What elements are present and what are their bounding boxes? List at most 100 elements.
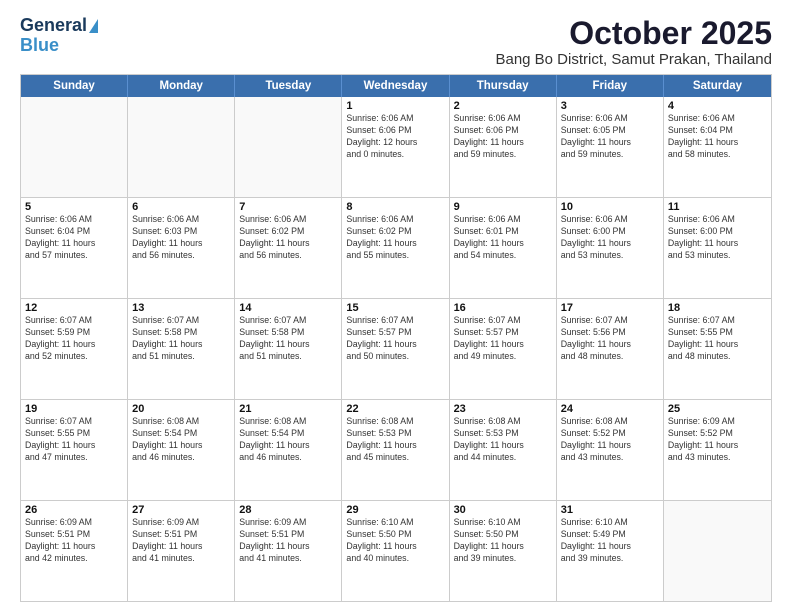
- day-number: 4: [668, 100, 767, 112]
- day-number: 23: [454, 403, 552, 415]
- calendar: SundayMondayTuesdayWednesdayThursdayFrid…: [20, 74, 772, 602]
- location-title: Bang Bo District, Samut Prakan, Thailand: [495, 51, 772, 68]
- calendar-cell: 19Sunrise: 6:07 AM Sunset: 5:55 PM Dayli…: [21, 400, 128, 500]
- day-info: Sunrise: 6:08 AM Sunset: 5:53 PM Dayligh…: [346, 416, 444, 464]
- calendar-cell: 21Sunrise: 6:08 AM Sunset: 5:54 PM Dayli…: [235, 400, 342, 500]
- day-info: Sunrise: 6:09 AM Sunset: 5:51 PM Dayligh…: [239, 517, 337, 565]
- weekday-header-thursday: Thursday: [450, 75, 557, 97]
- day-number: 30: [454, 504, 552, 516]
- day-info: Sunrise: 6:07 AM Sunset: 5:58 PM Dayligh…: [239, 315, 337, 363]
- day-number: 29: [346, 504, 444, 516]
- calendar-cell: [21, 97, 128, 197]
- logo: General Blue: [20, 16, 98, 56]
- day-number: 10: [561, 201, 659, 213]
- weekday-header-friday: Friday: [557, 75, 664, 97]
- day-info: Sunrise: 6:08 AM Sunset: 5:53 PM Dayligh…: [454, 416, 552, 464]
- calendar-cell: 23Sunrise: 6:08 AM Sunset: 5:53 PM Dayli…: [450, 400, 557, 500]
- day-number: 8: [346, 201, 444, 213]
- day-number: 11: [668, 201, 767, 213]
- calendar-cell: 4Sunrise: 6:06 AM Sunset: 6:04 PM Daylig…: [664, 97, 771, 197]
- day-number: 26: [25, 504, 123, 516]
- weekday-header-wednesday: Wednesday: [342, 75, 449, 97]
- day-info: Sunrise: 6:07 AM Sunset: 5:57 PM Dayligh…: [346, 315, 444, 363]
- day-info: Sunrise: 6:07 AM Sunset: 5:58 PM Dayligh…: [132, 315, 230, 363]
- calendar-cell: 29Sunrise: 6:10 AM Sunset: 5:50 PM Dayli…: [342, 501, 449, 601]
- day-info: Sunrise: 6:08 AM Sunset: 5:54 PM Dayligh…: [132, 416, 230, 464]
- calendar-cell: [128, 97, 235, 197]
- day-info: Sunrise: 6:06 AM Sunset: 6:02 PM Dayligh…: [239, 214, 337, 262]
- calendar-cell: [664, 501, 771, 601]
- day-number: 3: [561, 100, 659, 112]
- calendar-cell: 13Sunrise: 6:07 AM Sunset: 5:58 PM Dayli…: [128, 299, 235, 399]
- calendar-cell: 15Sunrise: 6:07 AM Sunset: 5:57 PM Dayli…: [342, 299, 449, 399]
- day-number: 16: [454, 302, 552, 314]
- month-title: October 2025: [495, 16, 772, 51]
- calendar-cell: 28Sunrise: 6:09 AM Sunset: 5:51 PM Dayli…: [235, 501, 342, 601]
- calendar-cell: 20Sunrise: 6:08 AM Sunset: 5:54 PM Dayli…: [128, 400, 235, 500]
- calendar-cell: 24Sunrise: 6:08 AM Sunset: 5:52 PM Dayli…: [557, 400, 664, 500]
- day-info: Sunrise: 6:06 AM Sunset: 6:03 PM Dayligh…: [132, 214, 230, 262]
- day-info: Sunrise: 6:07 AM Sunset: 5:55 PM Dayligh…: [668, 315, 767, 363]
- calendar-cell: 16Sunrise: 6:07 AM Sunset: 5:57 PM Dayli…: [450, 299, 557, 399]
- logo-triangle-icon: [89, 19, 98, 33]
- day-info: Sunrise: 6:07 AM Sunset: 5:56 PM Dayligh…: [561, 315, 659, 363]
- day-info: Sunrise: 6:06 AM Sunset: 6:04 PM Dayligh…: [25, 214, 123, 262]
- day-info: Sunrise: 6:08 AM Sunset: 5:52 PM Dayligh…: [561, 416, 659, 464]
- day-number: 15: [346, 302, 444, 314]
- calendar-row-2: 12Sunrise: 6:07 AM Sunset: 5:59 PM Dayli…: [21, 298, 771, 399]
- day-number: 5: [25, 201, 123, 213]
- calendar-cell: 27Sunrise: 6:09 AM Sunset: 5:51 PM Dayli…: [128, 501, 235, 601]
- day-info: Sunrise: 6:08 AM Sunset: 5:54 PM Dayligh…: [239, 416, 337, 464]
- day-info: Sunrise: 6:06 AM Sunset: 6:00 PM Dayligh…: [668, 214, 767, 262]
- calendar-header: SundayMondayTuesdayWednesdayThursdayFrid…: [21, 75, 771, 97]
- day-number: 2: [454, 100, 552, 112]
- day-number: 21: [239, 403, 337, 415]
- day-number: 27: [132, 504, 230, 516]
- calendar-cell: 26Sunrise: 6:09 AM Sunset: 5:51 PM Dayli…: [21, 501, 128, 601]
- day-info: Sunrise: 6:09 AM Sunset: 5:51 PM Dayligh…: [132, 517, 230, 565]
- weekday-header-tuesday: Tuesday: [235, 75, 342, 97]
- calendar-cell: 9Sunrise: 6:06 AM Sunset: 6:01 PM Daylig…: [450, 198, 557, 298]
- calendar-row-0: 1Sunrise: 6:06 AM Sunset: 6:06 PM Daylig…: [21, 97, 771, 197]
- day-number: 19: [25, 403, 123, 415]
- calendar-cell: 6Sunrise: 6:06 AM Sunset: 6:03 PM Daylig…: [128, 198, 235, 298]
- calendar-cell: 17Sunrise: 6:07 AM Sunset: 5:56 PM Dayli…: [557, 299, 664, 399]
- weekday-header-sunday: Sunday: [21, 75, 128, 97]
- day-number: 31: [561, 504, 659, 516]
- calendar-cell: 18Sunrise: 6:07 AM Sunset: 5:55 PM Dayli…: [664, 299, 771, 399]
- day-info: Sunrise: 6:10 AM Sunset: 5:49 PM Dayligh…: [561, 517, 659, 565]
- day-info: Sunrise: 6:06 AM Sunset: 6:05 PM Dayligh…: [561, 113, 659, 161]
- day-number: 12: [25, 302, 123, 314]
- day-info: Sunrise: 6:07 AM Sunset: 5:57 PM Dayligh…: [454, 315, 552, 363]
- logo-text-blue: Blue: [20, 36, 59, 56]
- day-number: 9: [454, 201, 552, 213]
- day-number: 28: [239, 504, 337, 516]
- day-number: 18: [668, 302, 767, 314]
- calendar-cell: 2Sunrise: 6:06 AM Sunset: 6:06 PM Daylig…: [450, 97, 557, 197]
- calendar-cell: 1Sunrise: 6:06 AM Sunset: 6:06 PM Daylig…: [342, 97, 449, 197]
- calendar-cell: 5Sunrise: 6:06 AM Sunset: 6:04 PM Daylig…: [21, 198, 128, 298]
- calendar-cell: 30Sunrise: 6:10 AM Sunset: 5:50 PM Dayli…: [450, 501, 557, 601]
- page: General Blue October 2025 Bang Bo Distri…: [0, 0, 792, 612]
- day-info: Sunrise: 6:06 AM Sunset: 6:00 PM Dayligh…: [561, 214, 659, 262]
- weekday-header-saturday: Saturday: [664, 75, 771, 97]
- calendar-cell: [235, 97, 342, 197]
- day-info: Sunrise: 6:07 AM Sunset: 5:55 PM Dayligh…: [25, 416, 123, 464]
- header: General Blue October 2025 Bang Bo Distri…: [20, 16, 772, 68]
- calendar-cell: 31Sunrise: 6:10 AM Sunset: 5:49 PM Dayli…: [557, 501, 664, 601]
- day-info: Sunrise: 6:07 AM Sunset: 5:59 PM Dayligh…: [25, 315, 123, 363]
- day-number: 1: [346, 100, 444, 112]
- day-info: Sunrise: 6:10 AM Sunset: 5:50 PM Dayligh…: [346, 517, 444, 565]
- day-number: 20: [132, 403, 230, 415]
- weekday-header-monday: Monday: [128, 75, 235, 97]
- calendar-row-3: 19Sunrise: 6:07 AM Sunset: 5:55 PM Dayli…: [21, 399, 771, 500]
- calendar-row-1: 5Sunrise: 6:06 AM Sunset: 6:04 PM Daylig…: [21, 197, 771, 298]
- day-number: 14: [239, 302, 337, 314]
- calendar-body: 1Sunrise: 6:06 AM Sunset: 6:06 PM Daylig…: [21, 97, 771, 601]
- day-number: 17: [561, 302, 659, 314]
- logo-text-general: General: [20, 16, 87, 36]
- calendar-cell: 3Sunrise: 6:06 AM Sunset: 6:05 PM Daylig…: [557, 97, 664, 197]
- day-info: Sunrise: 6:06 AM Sunset: 6:01 PM Dayligh…: [454, 214, 552, 262]
- calendar-row-4: 26 Sunrise: 6:09 AM Sunset: 5:51 PM Dayli…: [21, 500, 771, 601]
- calendar-cell: 11Sunrise: 6:06 AM Sunset: 6:00 PM Dayli…: [664, 198, 771, 298]
